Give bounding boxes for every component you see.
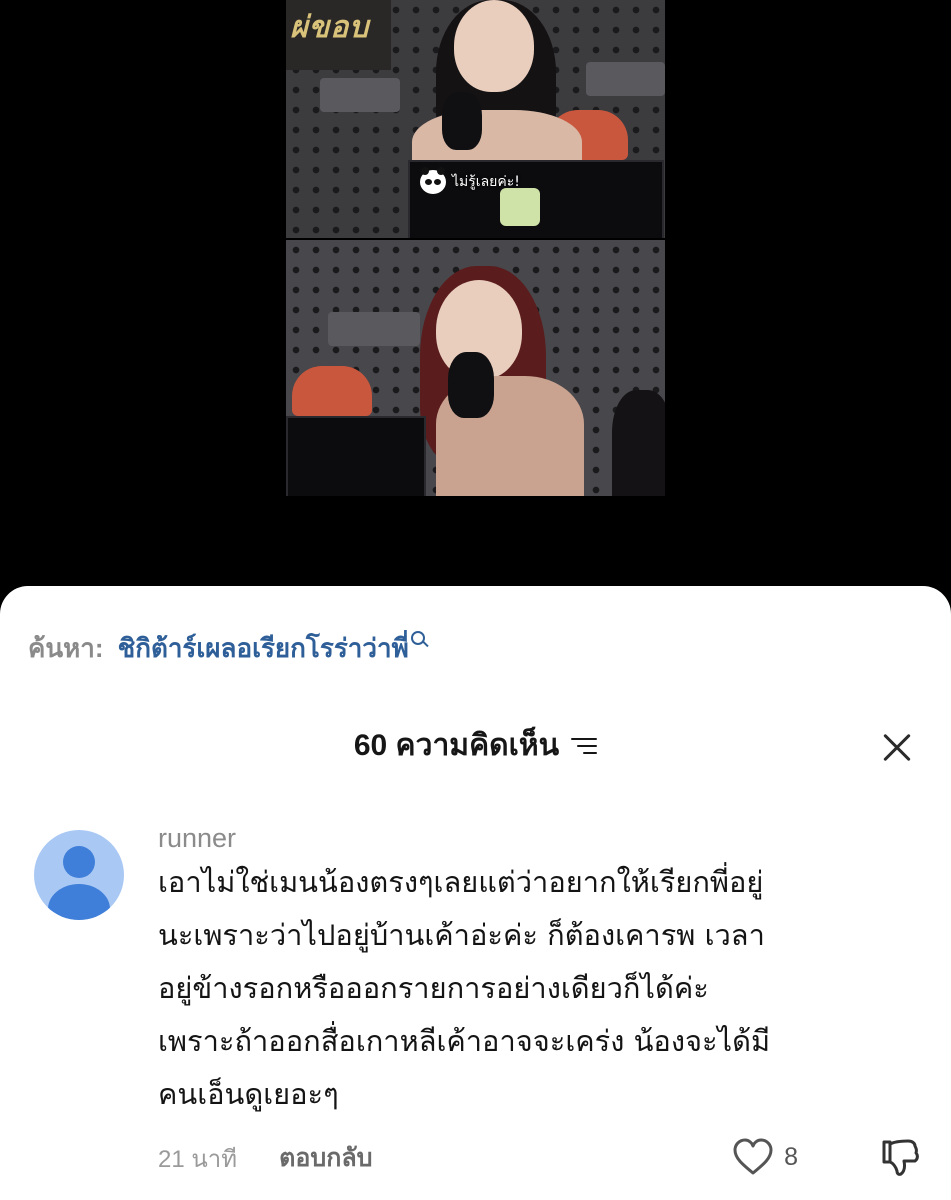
search-query-link[interactable]: ชิกิต้าร์เผลอเรียกโรร่าว่าพี่	[118, 628, 409, 669]
neon-sign-text: ผ่ขอบ	[290, 10, 370, 45]
avatar-person-icon[interactable]	[34, 830, 124, 920]
comment-line: เพราะถ้าออกสื่อเกาหลีเค้าอาจจะเคร่ง น้อง…	[158, 1024, 771, 1058]
screen: ผ่ขอบ ไม่รู้เลยค่ะ! ค้นหา: ชิกิต้าร์เผลอ…	[0, 0, 951, 1200]
comment-text: เอาไม่ใช่เมนน้องตรงๆเลยแต่ว่าอยากให้เรีย…	[158, 856, 918, 1121]
comments-sheet: ค้นหา: ชิกิต้าร์เผลอเรียกโรร่าว่าพี่ 60 …	[0, 586, 951, 1200]
like-group[interactable]: 8	[732, 1138, 798, 1176]
subtitle-text: ไม่รู้เลยค่ะ!	[452, 174, 520, 190]
comment-content: runner เอาไม่ใช่เมนน้องตรงๆเลยแต่ว่าอยาก…	[158, 822, 918, 1121]
comment-line: คนเอ็นดูเยอะๆ	[158, 1077, 339, 1111]
studio-lamp	[586, 62, 665, 96]
thumbs-down-icon[interactable]	[878, 1136, 922, 1180]
microphone	[448, 352, 494, 418]
panda-icon	[420, 167, 446, 194]
search-prefix: ค้นหา:	[28, 633, 104, 663]
like-count: 8	[784, 1142, 798, 1171]
comment-line: เอาไม่ใช่เมนน้องตรงๆเลยแต่ว่าอยากให้เรีย…	[158, 865, 764, 899]
video-subtitle: ไม่รู้เลยค่ะ!	[420, 167, 520, 194]
comments-count-title: 60 ความคิดเห็น	[353, 729, 560, 762]
comment-username[interactable]: runner	[158, 822, 918, 854]
neon-sign: ผ่ขอบ	[286, 0, 391, 70]
sort-icon[interactable]	[569, 736, 598, 756]
comment-line: อยู่ข้างรอกหรือออกรายการอย่างเดียวก็ได้ค…	[158, 971, 709, 1005]
comments-header: 60 ความคิดเห็น	[0, 722, 951, 772]
monitor	[286, 416, 426, 496]
related-search[interactable]: ค้นหา: ชิกิต้าร์เผลอเรียกโรร่าว่าพี่	[28, 628, 429, 669]
reply-button[interactable]: ตอบกลับ	[279, 1138, 372, 1178]
video-frame-top: ผ่ขอบ ไม่รู้เลยค่ะ!	[286, 0, 665, 238]
search-icon	[410, 631, 429, 649]
studio-lamp	[320, 78, 400, 112]
close-icon[interactable]	[879, 730, 913, 764]
heart-outline-icon[interactable]	[732, 1138, 774, 1176]
video-frame-bottom	[286, 240, 665, 496]
chair	[292, 366, 372, 416]
person-side	[612, 390, 665, 496]
microphone	[442, 92, 482, 150]
comment-timestamp: 21 นาที	[158, 1145, 238, 1173]
person-face	[454, 0, 534, 92]
video-player[interactable]: ผ่ขอบ ไม่รู้เลยค่ะ!	[286, 0, 665, 496]
studio-lamp	[328, 312, 420, 346]
comment-line: นะเพราะว่าไปอยู่บ้านเค้าอ่ะค่ะ ก็ต้องเคา…	[158, 918, 765, 952]
comment-footer: 21 นาที ตอบกลับ 8	[158, 1138, 928, 1178]
